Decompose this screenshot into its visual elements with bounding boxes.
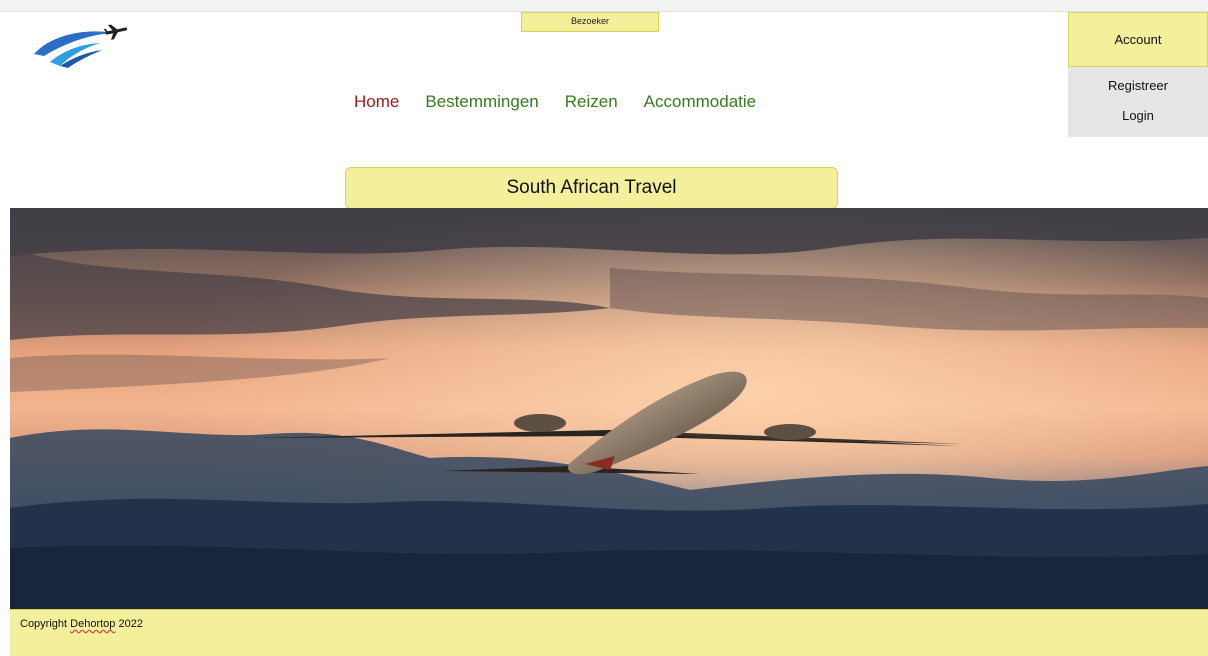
page-title: South African Travel <box>345 167 838 209</box>
menu-item-login[interactable]: Login <box>1068 101 1208 131</box>
nav-item-bestemmingen[interactable]: Bestemmingen <box>425 92 538 116</box>
menu-item-registreer[interactable]: Registreer <box>1068 71 1208 101</box>
account-menu: Registreer Login <box>1068 67 1208 137</box>
account-button[interactable]: Account <box>1068 12 1208 67</box>
nav-item-reizen[interactable]: Reizen <box>565 92 618 116</box>
logo[interactable] <box>32 20 142 70</box>
page: Bezoeker Home Bestemmingen Reizen Accomm… <box>10 12 1208 656</box>
account-dropdown: Account Registreer Login <box>1068 12 1208 137</box>
nav-item-accommodatie[interactable]: Accommodatie <box>644 92 756 116</box>
airplane-sunset-hero-image <box>10 208 1208 609</box>
copyright-text: Copyright Dehortop 2022 <box>20 618 143 630</box>
nav-item-home[interactable]: Home <box>354 92 399 116</box>
browser-top-strip <box>0 0 1208 12</box>
footer: Copyright Dehortop 2022 <box>10 609 1208 656</box>
plane-logo-icon <box>34 24 128 68</box>
role-badge: Bezoeker <box>521 12 659 32</box>
main-nav: Home Bestemmingen Reizen Accommodatie <box>354 92 756 116</box>
